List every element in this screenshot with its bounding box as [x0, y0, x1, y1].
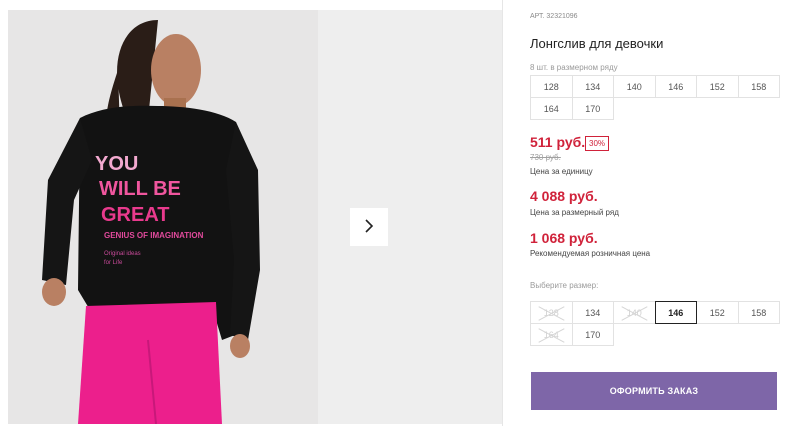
retail-price-caption: Рекомендуемая розничная цена: [530, 249, 651, 258]
size-option[interactable]: 152: [696, 301, 739, 324]
product-photo[interactable]: YOU WILL BE GREAT GENIUS OF IMAGINATION …: [8, 10, 318, 424]
gallery-next-button[interactable]: [350, 208, 388, 246]
size-option-disabled: 140: [613, 301, 656, 324]
panel-divider: [502, 0, 503, 426]
size-option-disabled: 128: [530, 301, 573, 324]
old-price: 730 руб.: [530, 153, 561, 162]
row-size-cell: 128: [530, 75, 573, 98]
row-size-cell: 152: [696, 75, 739, 98]
size-option[interactable]: 170: [571, 323, 614, 346]
unit-price-caption: Цена за единицу: [530, 167, 593, 176]
choose-size-label: Выберите размер:: [530, 281, 599, 290]
size-picker: 128 134 140 146 152 158 164 170: [530, 301, 780, 346]
shirt-text-for-life: for Life: [104, 260, 123, 266]
discount-badge: 30%: [585, 136, 610, 151]
chevron-right-icon: [363, 218, 375, 237]
article-number: АРТ. 32321096: [530, 13, 578, 20]
product-gallery: YOU WILL BE GREAT GENIUS OF IMAGINATION …: [8, 10, 502, 424]
product-title: Лонгслив для девочки: [530, 36, 664, 51]
retail-price: 1 068 руб.: [530, 230, 598, 246]
row-size-cell: 170: [571, 97, 614, 120]
product-photo-illustration: YOU WILL BE GREAT GENIUS OF IMAGINATION …: [8, 10, 318, 424]
size-row-note: 8 шт. в размерном ряду: [530, 63, 618, 72]
row-size-cell: 134: [571, 75, 614, 98]
unit-price: 511 руб.: [530, 134, 586, 150]
row-price-caption: Цена за размерный ряд: [530, 208, 619, 217]
place-order-button[interactable]: ОФОРМИТЬ ЗАКАЗ: [531, 372, 777, 410]
row-size-cell: 158: [737, 75, 780, 98]
size-option-selected[interactable]: 146: [654, 301, 697, 324]
shirt-text-great: GREAT: [101, 204, 170, 226]
shirt-text-you: YOU: [95, 153, 138, 175]
size-row-grid: 128 134 140 146 152 158 164 170: [530, 75, 780, 120]
size-option[interactable]: 158: [737, 301, 780, 324]
size-option-disabled: 164: [530, 323, 573, 346]
shirt-text-genius: GENIUS OF IMAGINATION: [104, 231, 204, 240]
row-price: 4 088 руб.: [530, 188, 598, 204]
row-size-cell: 164: [530, 97, 573, 120]
shirt-text-original: Original ideas: [104, 251, 141, 257]
shirt-text-will-be: WILL BE: [99, 178, 181, 200]
row-size-cell: 146: [654, 75, 697, 98]
size-option[interactable]: 134: [571, 301, 614, 324]
row-size-cell: 140: [613, 75, 656, 98]
